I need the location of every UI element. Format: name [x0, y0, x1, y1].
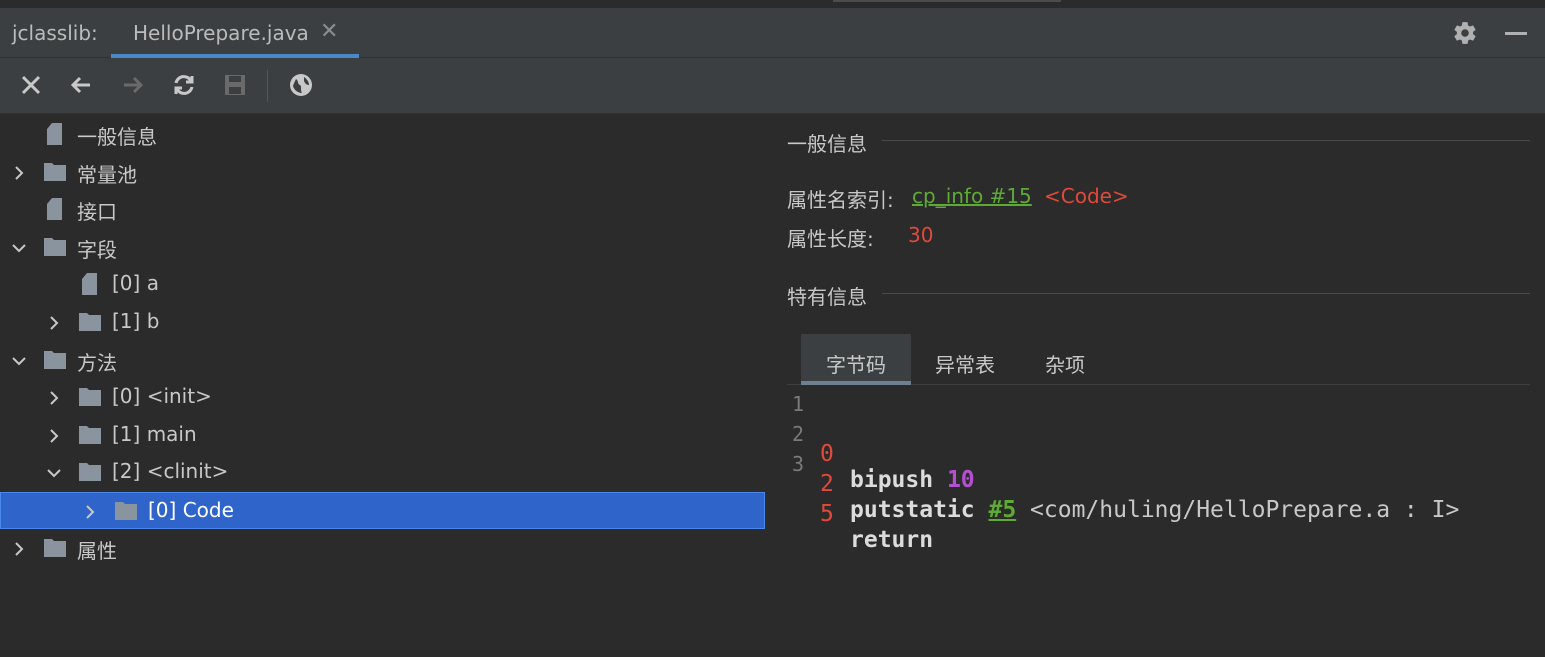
save-icon[interactable]	[222, 72, 248, 98]
attr-name-index-label: 属性名索引:	[787, 188, 894, 212]
tree-node-label: 一般信息	[77, 125, 157, 149]
folder-icon	[114, 499, 138, 523]
tab-bytecode-label: 字节码	[826, 353, 886, 377]
section-rule	[882, 293, 1530, 294]
file-icon	[43, 197, 67, 221]
instruction: return	[850, 527, 933, 553]
tree-node[interactable]: 一般信息	[0, 116, 765, 153]
tree-node-label: [0] Code	[148, 498, 234, 522]
toolbar-separator	[267, 70, 268, 102]
operand: 10	[946, 467, 975, 493]
forward-icon[interactable]	[120, 72, 146, 98]
file-icon	[43, 122, 67, 146]
tree-node-label: 字段	[77, 237, 117, 262]
line-number: 1	[792, 392, 805, 416]
gear-icon[interactable]	[1452, 20, 1478, 46]
line-number: 2	[792, 422, 805, 446]
tree-node[interactable]: [0] Code	[0, 492, 765, 529]
folder-icon	[43, 536, 67, 560]
folder-icon	[78, 423, 102, 447]
constant-pool-link[interactable]: #5	[988, 497, 1016, 523]
tree-node[interactable]: 接口	[0, 191, 765, 228]
tool-window-header: jclasslib: HelloPrepare.java ✕	[0, 9, 1545, 58]
tab-bytecode[interactable]: 字节码	[801, 334, 911, 385]
top-strip	[0, 0, 1545, 9]
opcode: return	[850, 527, 934, 553]
detail-pane: 一般信息 属性名索引: cp_info #15 <Code> 属性长度: 30 …	[787, 114, 1530, 657]
chevron-right-icon[interactable]	[45, 388, 63, 406]
tree-node[interactable]: 方法	[0, 342, 765, 379]
tree-node[interactable]: [2] <clinit>	[0, 454, 765, 491]
attr-name-value: <Code>	[1044, 184, 1129, 208]
chevron-right-icon[interactable]	[81, 502, 99, 520]
tab-misc-label: 杂项	[1045, 353, 1085, 377]
folder-icon	[78, 460, 102, 484]
tree-node-label: 属性	[77, 538, 117, 563]
tool-window-title: jclasslib:	[12, 21, 98, 45]
tab-active-indicator	[801, 381, 911, 385]
general-info-title: 一般信息	[787, 132, 867, 156]
attr-length-label: 属性长度:	[787, 227, 874, 251]
bytecode-line: 3 5 return	[787, 449, 933, 553]
file-icon	[78, 272, 102, 296]
top-strip-mark	[833, 0, 1061, 2]
chevron-down-icon[interactable]	[10, 238, 28, 256]
bytecode-line: 1 0 bipush 10	[787, 389, 975, 493]
toolbar	[0, 58, 1545, 114]
tree-node[interactable]: 常量池	[0, 154, 765, 191]
tab-label: HelloPrepare.java	[133, 21, 309, 45]
chevron-down-icon[interactable]	[45, 463, 63, 481]
detail-tabs: 字节码 异常表 杂项	[787, 334, 1530, 385]
folder-icon	[43, 348, 67, 372]
attr-name-index-link[interactable]: cp_info #15	[912, 184, 1032, 208]
bytecode-offset: 5	[820, 501, 834, 527]
tab-misc[interactable]: 杂项	[1016, 334, 1116, 384]
tree-node-label: [2] <clinit>	[112, 459, 229, 484]
tree-node-label: [0] <init>	[112, 384, 212, 409]
instruction: putstatic #5 <com/huling/HelloPrepare.a …	[850, 497, 1459, 523]
minimize-icon[interactable]	[1505, 32, 1527, 35]
bytecode-line: 2 2 putstatic #5 <com/huling/HelloPrepar…	[787, 419, 1459, 523]
tree-node[interactable]: 属性	[0, 530, 765, 567]
folder-icon	[78, 310, 102, 334]
chevron-right-icon[interactable]	[45, 426, 63, 444]
refresh-icon[interactable]	[171, 72, 197, 98]
folder-icon	[43, 235, 67, 259]
tab-close-icon[interactable]: ✕	[320, 19, 338, 44]
folder-icon	[43, 160, 67, 184]
tree-node[interactable]: 字段	[0, 229, 765, 266]
specific-info-title: 特有信息	[787, 285, 867, 309]
tree-node-label: [0] a	[112, 271, 159, 296]
chevron-down-icon[interactable]	[10, 351, 28, 369]
chevron-right-icon[interactable]	[10, 163, 28, 181]
tree-node[interactable]: [1] b	[0, 304, 765, 341]
field-descriptor: <com/huling/HelloPrepare.a : I>	[1030, 497, 1460, 523]
chevron-right-icon[interactable]	[45, 313, 63, 331]
tree-node-label: 常量池	[77, 162, 137, 187]
class-structure-tree: 一般信息常量池接口字段 [0] a [1] b 方法 [0] <init> [1] mai…	[0, 114, 765, 657]
tree-node-label: [1] b	[112, 309, 160, 333]
panel-divider[interactable]	[765, 114, 766, 657]
tree-node[interactable]: [0] <init>	[0, 379, 765, 416]
line-number: 3	[792, 452, 805, 476]
tree-node-label: 方法	[77, 350, 117, 375]
section-rule	[882, 140, 1530, 141]
back-icon[interactable]	[68, 72, 94, 98]
close-icon[interactable]	[18, 72, 44, 98]
web-icon[interactable]	[288, 72, 314, 98]
tab-helloprepare[interactable]: HelloPrepare.java ✕	[111, 9, 359, 58]
tree-node-label: [1] main	[112, 421, 197, 446]
tab-exception-table[interactable]: 异常表	[911, 334, 1016, 384]
tree-node-label: 接口	[77, 200, 117, 225]
folder-icon	[78, 385, 102, 409]
tab-exception-table-label: 异常表	[935, 353, 995, 377]
tree-node[interactable]: [1] main	[0, 417, 765, 454]
chevron-right-icon[interactable]	[10, 539, 28, 557]
attr-length-value: 30	[908, 223, 934, 247]
tree-node[interactable]: [0] a	[0, 266, 765, 303]
